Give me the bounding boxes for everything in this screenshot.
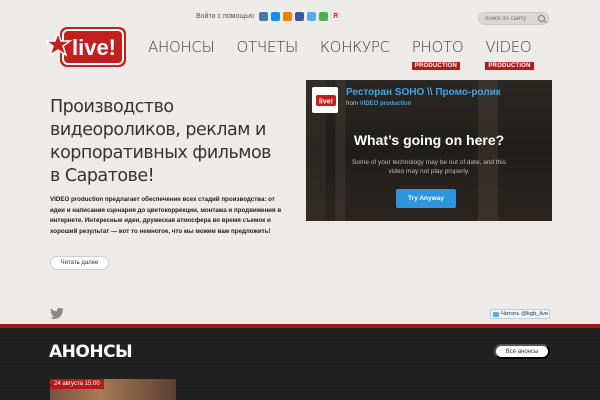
- mailru-icon[interactable]: [271, 12, 281, 21]
- twitter-icon[interactable]: [307, 12, 317, 21]
- channel-avatar[interactable]: live!: [312, 87, 338, 113]
- video-title[interactable]: Ресторан SOHO \\ Промо-ролик: [346, 87, 501, 98]
- production-badge: PRODUCTION: [485, 62, 534, 70]
- all-announcements-button[interactable]: Все анонсы: [494, 344, 550, 359]
- nav-item-reports[interactable]: ОТЧЕТЫ: [236, 38, 299, 57]
- video-error-heading: What’s going on here?: [353, 132, 505, 148]
- twitter-follow-button[interactable]: Читать @kgb_live: [490, 309, 550, 319]
- nav-label: VIDEO: [485, 38, 532, 56]
- video-player[interactable]: live! Ресторан SOHO \\ Промо-ролик from …: [306, 80, 552, 221]
- login-label: Войти с помощью: [196, 13, 255, 20]
- read-more-button[interactable]: Читать далее: [50, 256, 109, 270]
- nav-label: PHOTO: [411, 38, 464, 56]
- nav-item-photo[interactable]: PHOTO PRODUCTION: [411, 38, 464, 70]
- nav-label: ОТЧЕТЫ: [236, 38, 299, 56]
- hero-paragraph: VIDEO production предлагает обеспечение …: [50, 196, 282, 235]
- social-login-bar: Войти с помощью Я: [196, 12, 341, 21]
- announcement-card[interactable]: 24 августа 15:00: [50, 379, 176, 400]
- vk-icon[interactable]: [259, 12, 269, 21]
- twitter-icon: [493, 311, 499, 317]
- hero-headline: Производство видеороликов, реклам и корп…: [50, 97, 271, 186]
- nav-item-announcements[interactable]: АНОНСЫ: [148, 38, 215, 57]
- try-anyway-button[interactable]: Try Anyway: [396, 189, 456, 208]
- from-label: from: [346, 101, 358, 107]
- production-badge: PRODUCTION: [411, 62, 461, 70]
- video-error-message: Some of your technology may be out of da…: [352, 159, 506, 175]
- logo-text: live!: [72, 35, 116, 60]
- announcement-date: 24 августа 15:00: [50, 379, 104, 389]
- yandex-icon[interactable]: Я: [331, 12, 341, 21]
- nav-label: КОНКУРС: [319, 38, 390, 56]
- video-source: from VIDEO production: [346, 101, 411, 107]
- odnoklassniki-icon[interactable]: [283, 12, 293, 21]
- svg-text:live!: live!: [319, 99, 333, 106]
- google-icon[interactable]: [319, 12, 329, 21]
- nav-item-video[interactable]: VIDEO PRODUCTION: [485, 38, 534, 70]
- live-logo-icon: live!: [316, 95, 336, 106]
- nav-item-contest[interactable]: КОНКУРС: [320, 38, 390, 57]
- nav-label: АНОНСЫ: [148, 38, 215, 56]
- site-logo[interactable]: live!: [46, 25, 128, 69]
- announcements-title: АНОНСЫ: [49, 342, 133, 362]
- main-nav: АНОНСЫ ОТЧЕТЫ КОНКУРС PHOTO PRODUCTION V…: [148, 38, 553, 70]
- channel-link[interactable]: VIDEO production: [360, 101, 412, 107]
- twitter-bird-icon[interactable]: [50, 308, 64, 319]
- follow-label: Читать @kgb_live: [501, 311, 549, 317]
- search-icon[interactable]: [538, 15, 545, 22]
- facebook-icon[interactable]: [295, 12, 305, 21]
